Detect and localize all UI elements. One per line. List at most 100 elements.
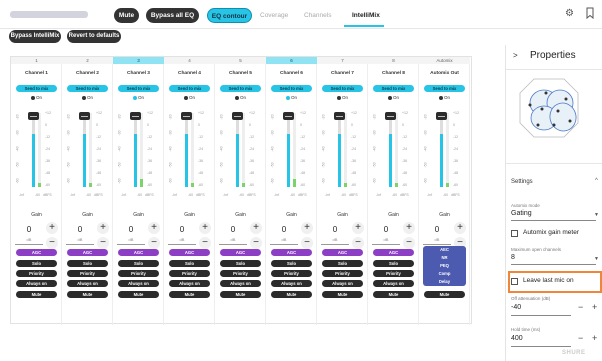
channel-number[interactable]: 7 [317,57,368,64]
fader-track[interactable] [440,113,443,187]
gain-input[interactable]: 0 dB [168,223,196,245]
gain-fader[interactable]: -20 -30 -40 -50 -60 +12 0 -12 -24 -36 -48 -60 [215,111,266,191]
agc-button[interactable]: AGC [271,249,312,256]
mute-button[interactable]: Mute [16,291,57,298]
on-indicator[interactable]: On [317,95,368,100]
fader-track[interactable] [83,113,86,187]
mute-button[interactable]: Mute [114,8,139,23]
bookmark-icon[interactable] [586,7,594,22]
mute-button[interactable]: Mute [118,291,159,298]
priority-button[interactable]: Priority [16,270,57,277]
gain-input[interactable]: 0 dB [219,223,247,245]
send-to-mix-button[interactable]: Send to mix [169,85,210,92]
fader-knob[interactable] [283,112,294,120]
fader-track[interactable] [185,113,188,187]
solo-button[interactable]: Solo [169,260,210,267]
processing-delay-button[interactable]: Delay [423,278,466,286]
fader-knob[interactable] [79,112,90,120]
channel-number[interactable]: 8 [368,57,419,64]
solo-button[interactable]: Solo [67,260,108,267]
gain-fader[interactable]: -20 -30 -40 -50 -60 +12 0 -12 -24 -36 -48 -60 [62,111,113,191]
channel-number[interactable]: 5 [215,57,266,64]
fader-track[interactable] [338,113,341,187]
chevron-right-icon[interactable]: > [513,51,518,60]
solo-button[interactable]: Solo [322,260,363,267]
processing-nr-button[interactable]: NR [423,254,466,262]
gain-value[interactable]: 0 [270,225,298,234]
gain-value[interactable]: 0 [423,225,451,234]
solo-button[interactable]: Solo [220,260,261,267]
on-indicator[interactable]: On [113,95,164,100]
channel-number[interactable]: 1 [11,57,62,64]
automix-gain-meter-checkbox-row[interactable]: Automix gain meter [511,228,601,240]
channel-number[interactable]: Automix [419,57,470,64]
fader-track[interactable] [134,113,137,187]
gain-input[interactable]: 0 dB [270,223,298,245]
gain-increment-button[interactable]: + [250,222,262,234]
always-on-button[interactable]: Always on [220,280,261,287]
dropdown-arrow-icon[interactable]: ▼ [594,212,599,218]
priority-button[interactable]: Priority [118,270,159,277]
agc-button[interactable]: AGC [118,249,159,256]
gain-decrement-button[interactable]: − [46,237,58,249]
fader-track[interactable] [389,113,392,187]
revert-to-defaults-button[interactable]: Revert to defaults [67,30,121,43]
on-indicator[interactable]: On [215,95,266,100]
on-indicator[interactable]: On [164,95,215,100]
send-to-mix-button[interactable]: Send to mix [424,85,465,92]
dropdown-arrow-icon[interactable]: ▼ [594,256,599,262]
always-on-button[interactable]: Always on [118,280,159,287]
priority-button[interactable]: Priority [322,270,363,277]
chevron-up-icon[interactable]: ^ [595,178,598,184]
channel-number[interactable]: 4 [164,57,215,64]
solo-button[interactable]: Solo [373,260,414,267]
gain-decrement-button[interactable]: − [352,237,364,249]
hold-time-input[interactable]: 400 [511,335,523,342]
fader-knob[interactable] [385,112,396,120]
gain-value[interactable]: 0 [117,225,145,234]
gain-value[interactable]: 0 [66,225,94,234]
fader-knob[interactable] [130,112,141,120]
mute-button[interactable]: Mute [169,291,210,298]
solo-button[interactable]: Solo [16,260,57,267]
increment-button[interactable]: + [592,333,597,343]
gain-increment-button[interactable]: + [46,222,58,234]
gain-input[interactable]: 0 dB [423,223,451,245]
mute-button[interactable]: Mute [322,291,363,298]
gain-increment-button[interactable]: + [301,222,313,234]
gain-increment-button[interactable]: + [97,222,109,234]
gain-value[interactable]: 0 [15,225,43,234]
solo-button[interactable]: Solo [271,260,312,267]
fader-track[interactable] [287,113,290,187]
gain-increment-button[interactable]: + [148,222,160,234]
gain-increment-button[interactable]: + [454,222,466,234]
mute-button[interactable]: Mute [424,291,465,298]
max-open-channels-select[interactable]: 8 [511,254,515,261]
gain-input[interactable]: 0 dB [117,223,145,245]
send-to-mix-button[interactable]: Send to mix [373,85,414,92]
leave-last-mic-on-checkbox[interactable] [511,278,518,285]
gain-fader[interactable]: -20 -30 -40 -50 -60 +12 0 -12 -24 -36 -48 -60 [266,111,317,191]
fader-track[interactable] [236,113,239,187]
tab-intellimix[interactable]: IntelliMix [352,8,380,23]
gain-fader[interactable]: -20 -30 -40 -50 -60 +12 0 -12 -24 -36 -48 -60 [419,111,470,191]
gain-fader[interactable]: -20 -30 -40 -50 -60 +12 0 -12 -24 -36 -48 -60 [11,111,62,191]
channel-number[interactable]: 3 [113,57,164,64]
fader-knob[interactable] [436,112,447,120]
priority-button[interactable]: Priority [220,270,261,277]
tab-channels[interactable]: Channels [304,8,331,23]
automix-mode-select[interactable]: Gating [511,210,532,217]
always-on-button[interactable]: Always on [373,280,414,287]
gain-fader[interactable]: -20 -30 -40 -50 -60 +12 0 -12 -24 -36 -48 -60 [164,111,215,191]
gain-increment-button[interactable]: + [403,222,415,234]
always-on-button[interactable]: Always on [169,280,210,287]
gain-value[interactable]: 0 [219,225,247,234]
agc-button[interactable]: AGC [169,249,210,256]
mute-button[interactable]: Mute [271,291,312,298]
leave-last-mic-on-checkbox-row[interactable]: Leave last mic on [511,276,601,288]
on-indicator[interactable]: On [368,95,419,100]
gain-increment-button[interactable]: + [199,222,211,234]
gain-fader[interactable]: -20 -30 -40 -50 -60 +12 0 -12 -24 -36 -48 -60 [113,111,164,191]
agc-button[interactable]: AGC [67,249,108,256]
increment-button[interactable]: + [592,302,597,312]
